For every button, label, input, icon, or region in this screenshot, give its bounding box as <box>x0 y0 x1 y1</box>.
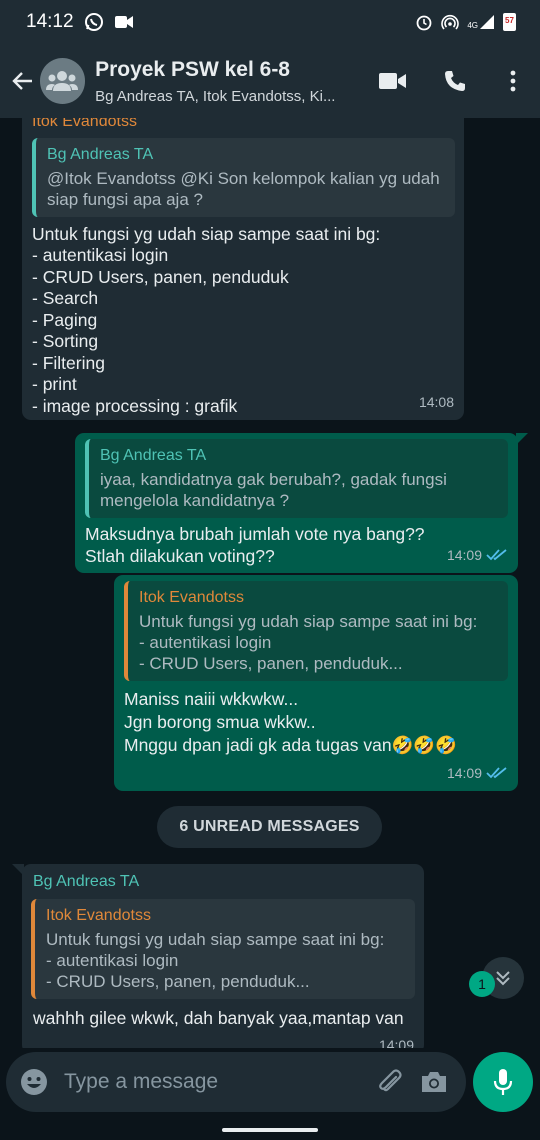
battery-icon: 57 <box>503 13 516 31</box>
read-ticks-icon <box>486 766 508 780</box>
message-text: Untuk fungsi yg udah siap sampe saat ini… <box>32 223 381 416</box>
network-type-label: 4G <box>467 21 478 30</box>
signal-4g-icon: 4G <box>467 14 495 30</box>
emoji-icon[interactable] <box>20 1068 48 1096</box>
back-arrow-icon[interactable] <box>4 69 42 93</box>
message-text: wahhh gilee wkwk, dah banyak yaa,mantap … <box>33 1007 404 1028</box>
mic-button[interactable] <box>473 1052 533 1112</box>
phone-call-icon[interactable] <box>424 69 486 93</box>
message-sender: Bg Andreas TA <box>33 873 140 890</box>
message-composer[interactable]: Type a message <box>6 1052 466 1112</box>
quoted-text: iyaa, kandidatnya gak berubah?, gadak fu… <box>100 470 447 510</box>
battery-level: 57 <box>505 16 514 25</box>
chat-header: Proyek PSW kel 6-8 Bg Andreas TA, Itok E… <box>0 44 540 118</box>
message-sender: Itok Evandotss <box>32 118 137 130</box>
hotspot-icon <box>441 13 460 31</box>
quoted-message[interactable]: Itok Evandotss Untuk fungsi yg udah siap… <box>31 898 415 999</box>
message-time: 14:08 <box>418 393 454 410</box>
quoted-text: Untuk fungsi yg udah siap sampe saat ini… <box>46 929 385 991</box>
quoted-sender: Itok Evandotss <box>46 906 151 924</box>
message-bubble[interactable]: Bg Andreas TA iyaa, kandidatnya gak beru… <box>75 433 518 573</box>
quoted-sender: Bg Andreas TA <box>100 447 207 464</box>
more-options-icon[interactable] <box>486 70 540 92</box>
home-gesture-pill[interactable] <box>222 1128 318 1132</box>
unread-messages-divider: 6 UNREAD MESSAGES <box>157 806 382 848</box>
group-name: Proyek PSW kel 6-8 <box>95 57 290 81</box>
attach-icon[interactable] <box>376 1068 404 1096</box>
system-nav-bar <box>0 1118 540 1140</box>
message-text: Maksudnya brubah jumlah vote nya bang?? … <box>85 524 425 566</box>
unread-count-badge: 1 <box>469 971 495 997</box>
status-bar: 14:12 4G 57 <box>0 0 540 44</box>
camera-icon[interactable] <box>420 1070 448 1094</box>
message-bubble[interactable]: Itok Evandotss Untuk fungsi yg udah siap… <box>114 575 518 791</box>
video-call-icon[interactable] <box>362 71 424 91</box>
mic-icon <box>492 1068 514 1096</box>
message-bubble[interactable]: Bg Andreas TA Itok Evandotss Untuk fungs… <box>22 864 424 1048</box>
quoted-message[interactable]: Itok Evandotss Untuk fungsi yg udah siap… <box>124 581 508 681</box>
quoted-text: Untuk fungsi yg udah siap sampe saat ini… <box>139 612 478 673</box>
group-members: Bg Andreas TA, Itok Evandotss, Ki... <box>95 87 336 105</box>
quoted-message[interactable]: Bg Andreas TA @Itok Evandotss @Ki Son ke… <box>32 137 455 217</box>
message-time: 14:09 <box>378 1036 414 1049</box>
quoted-message[interactable]: Bg Andreas TA iyaa, kandidatnya gak beru… <box>85 439 508 518</box>
quoted-sender: Bg Andreas TA <box>47 145 154 163</box>
message-time: 14:09 <box>446 546 482 563</box>
double-chevron-down-icon <box>494 969 512 987</box>
status-time: 14:12 <box>26 11 74 32</box>
quoted-text: @Itok Evandotss @Ki Son kelompok kalian … <box>47 168 440 209</box>
bubble-tail <box>516 433 528 445</box>
group-avatar-icon[interactable] <box>39 58 86 104</box>
chat-area[interactable]: Itok Evandotss Bg Andreas TA @Itok Evand… <box>0 118 540 1048</box>
video-call-notification-icon <box>114 14 134 30</box>
message-input[interactable]: Type a message <box>64 1070 360 1094</box>
message-text: Maniss naiii wkkwkw... Jgn borong smua w… <box>124 689 457 755</box>
quoted-sender: Itok Evandotss <box>139 589 244 606</box>
read-ticks-icon <box>486 548 508 562</box>
message-time: 14:09 <box>446 764 482 781</box>
whatsapp-icon <box>84 12 104 32</box>
chat-title-block[interactable]: Proyek PSW kel 6-8 Bg Andreas TA, Itok E… <box>95 58 362 105</box>
message-bubble[interactable]: Itok Evandotss Bg Andreas TA @Itok Evand… <box>22 118 464 420</box>
alarm-icon <box>415 13 433 31</box>
